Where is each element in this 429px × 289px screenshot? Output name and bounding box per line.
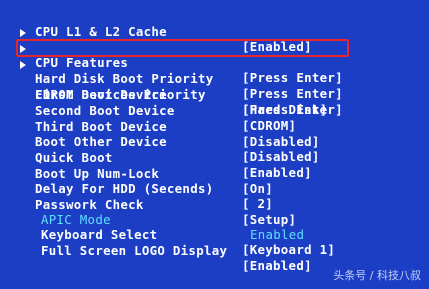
submenu-arrow-icon: [20, 61, 26, 69]
setting-quick-boot[interactable]: Quick Boot [Enabled]: [0, 135, 429, 180]
setting-value[interactable]: [Keyboard 1]: [242, 242, 335, 257]
setting-first-boot-device[interactable]: First Boot Device [Hard Disk]: [0, 72, 429, 117]
setting-value[interactable]: [Enabled]: [242, 258, 312, 273]
watermark-text: 头条号 / 科技八叔: [333, 269, 421, 282]
setting-keyboard-select[interactable]: Keyboard Select [Keyboard 1]: [0, 212, 429, 257]
setting-hard-disk-boot-priority[interactable]: Hard Disk Boot Priority [Press Enter]: [0, 41, 429, 101]
setting-cdrom-devices-priority[interactable]: CDROM Devices Priority [Press Enter]: [0, 57, 429, 117]
setting-boot-up-num-lock[interactable]: Boot Up Num-Lock [On]: [0, 151, 429, 196]
setting-full-screen-logo[interactable]: Full Screen LOGO Display [Enabled]: [0, 228, 429, 273]
setting-apic-mode: APIC Mode Enabled: [0, 197, 429, 242]
setting-label: Full Screen LOGO Display: [41, 243, 228, 258]
setting-cpu-features[interactable]: CPU Features [Press Enter]: [0, 25, 429, 85]
setting-boot-other-device[interactable]: Boot Other Device [Disabled]: [0, 119, 429, 164]
submenu-arrow-icon: [20, 45, 26, 53]
setting-cpu-cache[interactable]: CPU L1 & L2 Cache [Enabled]: [0, 9, 429, 54]
setting-second-boot-device[interactable]: Second Boot Device [CDROM]: [0, 88, 429, 133]
submenu-arrow-icon: [20, 29, 26, 37]
setting-password-check[interactable]: Passwork Check [Setup]: [0, 182, 429, 227]
bios-screen: CPU L1 & L2 Cache [Enabled] CPU Features…: [0, 0, 429, 289]
setting-third-boot-device[interactable]: Third Boot Device [Disabled]: [0, 104, 429, 149]
setting-delay-for-hdd[interactable]: Delay For HDD (Secends) [ 2]: [0, 166, 429, 211]
